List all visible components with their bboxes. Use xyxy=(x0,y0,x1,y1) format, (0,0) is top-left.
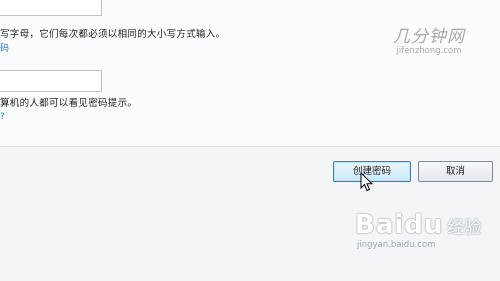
password-hint-field[interactable] xyxy=(0,70,102,92)
password-help-link[interactable]: 码 xyxy=(0,41,9,54)
jifenzhong-watermark: 几分钟网 jifenzhong.com xyxy=(393,22,465,56)
watermark-url: jifenzhong.com xyxy=(396,46,462,56)
mouse-cursor-icon xyxy=(360,172,374,192)
watermark-title: 几分钟网 xyxy=(393,27,465,47)
hint-visibility-note: 算机的人都可以看见密码提示。 xyxy=(0,98,138,109)
hint-help-link[interactable]: ? xyxy=(0,112,5,122)
baidu-logo: Baidu xyxy=(355,210,444,240)
cancel-button[interactable]: 取消 xyxy=(418,161,493,182)
baidu-jingyan-watermark: Baidu 经验 jingyan.baidu.com xyxy=(355,210,481,250)
password-case-note: 写字母，它们每次都必须以相同的大小写方式输入。 xyxy=(0,29,226,40)
jingyan-label: 经验 xyxy=(447,218,482,238)
baidu-watermark-url: jingyan.baidu.com xyxy=(357,240,436,250)
dialog-content-panel: 写字母，它们每次都必须以相同的大小写方式输入。 码 算机的人都可以看见密码提示。… xyxy=(0,0,500,146)
button-bar-divider xyxy=(0,146,500,147)
confirm-password-field[interactable] xyxy=(0,0,102,16)
